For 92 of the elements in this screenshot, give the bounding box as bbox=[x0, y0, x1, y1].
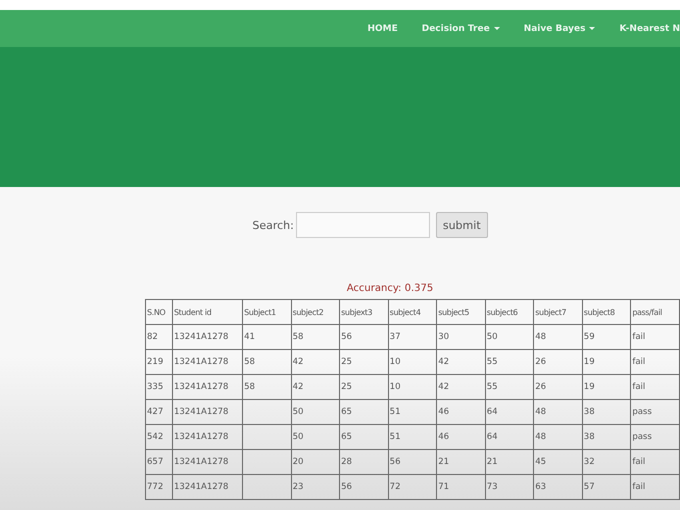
table-cell: 13241A1278 bbox=[172, 324, 243, 350]
table-cell: 72 bbox=[388, 474, 437, 500]
table-cell: 46 bbox=[436, 400, 486, 424]
table-cell: 32 bbox=[582, 450, 631, 474]
table-cell: 50 bbox=[485, 324, 534, 350]
table-cell: 58 bbox=[291, 324, 340, 350]
table-cell: 58 bbox=[242, 374, 292, 400]
search-label: Search: bbox=[252, 218, 294, 232]
table-cell: 38 bbox=[582, 400, 631, 424]
table-cell: 55 bbox=[485, 350, 534, 374]
table-cell: 13241A1278 bbox=[172, 374, 243, 400]
table-cell: 56 bbox=[340, 324, 388, 350]
table-cell: 657 bbox=[146, 450, 172, 474]
table-cell: 50 bbox=[291, 400, 340, 424]
table-cell: 65 bbox=[340, 424, 388, 450]
table-cell: 42 bbox=[291, 374, 340, 400]
table-cell: 10 bbox=[388, 374, 437, 400]
table-cell: 28 bbox=[340, 450, 388, 474]
table-cell: 26 bbox=[534, 374, 582, 400]
table-cell: 13241A1278 bbox=[172, 400, 243, 424]
submit-button[interactable]: submit bbox=[436, 212, 488, 238]
column-header: Student id bbox=[172, 300, 243, 324]
table-cell: 50 bbox=[291, 424, 340, 450]
table-cell: fail bbox=[630, 474, 680, 500]
table-cell: 42 bbox=[291, 350, 340, 374]
table-cell: 13241A1278 bbox=[172, 450, 243, 474]
table-cell: 58 bbox=[242, 350, 292, 374]
table-cell: 42 bbox=[436, 350, 486, 374]
table-cell: 71 bbox=[436, 474, 486, 500]
nav-link[interactable]: HOME bbox=[367, 24, 398, 34]
table-cell: 65 bbox=[340, 400, 388, 424]
table-cell: 55 bbox=[485, 374, 534, 400]
table-cell: 19 bbox=[582, 350, 631, 374]
table-cell: 772 bbox=[146, 474, 172, 500]
table-cell: 45 bbox=[534, 450, 582, 474]
column-header: subject8 bbox=[582, 300, 631, 324]
nav-link[interactable]: K-Nearest N bbox=[619, 24, 680, 34]
table-cell: 64 bbox=[485, 424, 534, 450]
table-cell: 13241A1278 bbox=[172, 474, 243, 500]
table-cell: 335 bbox=[146, 374, 172, 400]
table-cell: 59 bbox=[582, 324, 631, 350]
table-cell: 19 bbox=[582, 374, 631, 400]
column-header: pass/fail bbox=[630, 300, 680, 324]
table-cell: 25 bbox=[340, 374, 388, 400]
table-cell: 26 bbox=[534, 350, 582, 374]
table-cell: 41 bbox=[242, 324, 292, 350]
table-cell: 57 bbox=[582, 474, 631, 500]
column-header: subject6 bbox=[485, 300, 534, 324]
table-cell: 82 bbox=[146, 324, 172, 350]
table-cell: 64 bbox=[485, 400, 534, 424]
table-cell: 56 bbox=[388, 450, 437, 474]
table-cell: fail bbox=[630, 374, 680, 400]
table-cell: 38 bbox=[582, 424, 631, 450]
table-cell: 542 bbox=[146, 424, 172, 450]
accuracy-text: Accurancy: 0.375 bbox=[346, 283, 434, 294]
table-cell: 73 bbox=[485, 474, 534, 500]
table-cell: 42 bbox=[436, 374, 486, 400]
table-cell: 10 bbox=[388, 350, 437, 374]
table-cell: 427 bbox=[146, 400, 172, 424]
column-header: subject5 bbox=[436, 300, 486, 324]
table-cell: 20 bbox=[291, 450, 340, 474]
table-cell: 48 bbox=[534, 424, 582, 450]
column-header: subject7 bbox=[534, 300, 582, 324]
table-cell: pass bbox=[630, 400, 680, 424]
table-cell: 21 bbox=[485, 450, 534, 474]
column-header: Subject1 bbox=[242, 300, 292, 324]
table-cell: 51 bbox=[388, 400, 437, 424]
table-cell: 46 bbox=[436, 424, 486, 450]
column-header: S.NO bbox=[146, 300, 172, 324]
search-field[interactable] bbox=[296, 212, 430, 238]
column-header: subjext3 bbox=[340, 300, 388, 324]
table-cell: 56 bbox=[340, 474, 388, 500]
table-cell: 21 bbox=[436, 450, 486, 474]
table-cell: 37 bbox=[388, 324, 437, 350]
table-cell: 23 bbox=[291, 474, 340, 500]
table-cell: 13241A1278 bbox=[172, 350, 243, 374]
table-cell: 25 bbox=[340, 350, 388, 374]
table-cell: fail bbox=[630, 324, 680, 350]
table-cell: pass bbox=[630, 424, 680, 450]
table-cell: fail bbox=[630, 350, 680, 374]
table-cell: 48 bbox=[534, 400, 582, 424]
table-cell: 30 bbox=[436, 324, 486, 350]
nav-link[interactable]: Naive Bayes bbox=[524, 24, 596, 34]
table-cell: 219 bbox=[146, 350, 172, 374]
column-header: subject4 bbox=[388, 300, 437, 324]
table-cell: fail bbox=[630, 450, 680, 474]
table-cell: 63 bbox=[534, 474, 582, 500]
table-cell: 13241A1278 bbox=[172, 424, 243, 450]
table-cell: 48 bbox=[534, 324, 582, 350]
column-header: subject2 bbox=[291, 300, 340, 324]
nav-link[interactable]: Decision Tree bbox=[422, 24, 500, 34]
table-cell: 51 bbox=[388, 424, 437, 450]
